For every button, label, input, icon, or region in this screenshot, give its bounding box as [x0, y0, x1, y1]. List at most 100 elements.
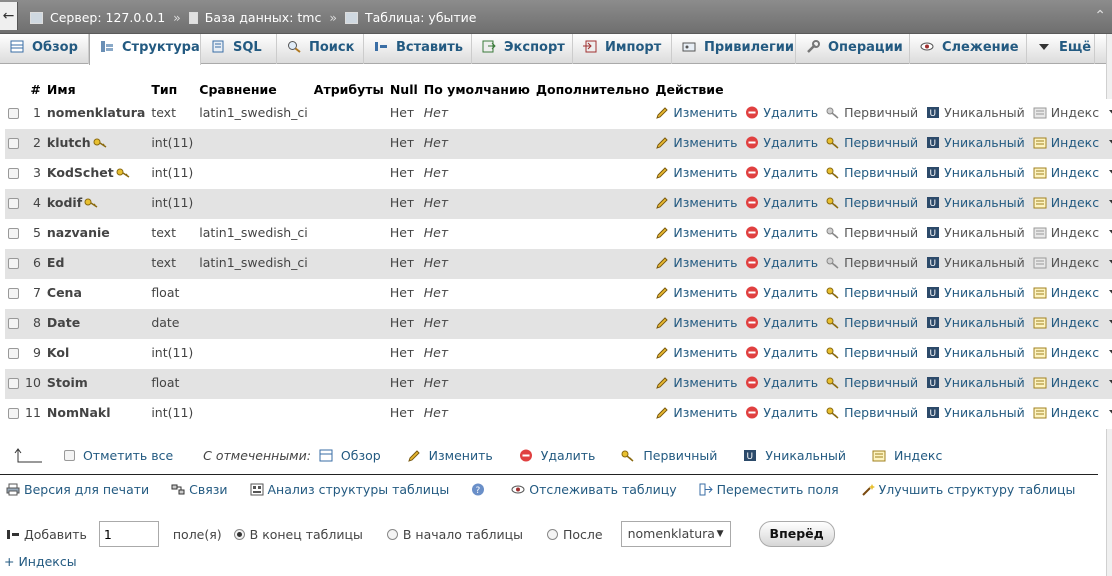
more-action[interactable]: Ещё	[1107, 345, 1112, 360]
delete-action[interactable]: Удалить	[745, 255, 822, 270]
edit-action[interactable]: Изменить	[655, 315, 741, 330]
row-checkbox[interactable]	[8, 108, 19, 119]
unique-action[interactable]: U Уникальный	[926, 255, 1029, 270]
index-action[interactable]: Индекс	[1033, 405, 1103, 420]
delete-action[interactable]: Удалить	[745, 405, 822, 420]
unique-action[interactable]: U Уникальный	[926, 195, 1029, 210]
primary-action[interactable]: Первичный	[826, 105, 922, 120]
bulk-browse-button[interactable]: Обзор	[341, 448, 381, 463]
primary-action[interactable]: Первичный	[826, 165, 922, 180]
delete-action[interactable]: Удалить	[745, 315, 822, 330]
unique-action[interactable]: U Уникальный	[926, 345, 1029, 360]
edit-action[interactable]: Изменить	[655, 165, 741, 180]
more-action[interactable]: Ещё	[1107, 165, 1112, 180]
primary-action[interactable]: Первичный	[826, 405, 922, 420]
index-action[interactable]: Индекс	[1033, 375, 1103, 390]
after-field-select[interactable]: nomenklatura ▼	[620, 521, 731, 547]
more-action[interactable]: Ещё	[1107, 105, 1112, 120]
index-action[interactable]: Индекс	[1033, 315, 1103, 330]
more-action[interactable]: Ещё	[1107, 135, 1112, 150]
index-action[interactable]: Индекс	[1033, 135, 1103, 150]
edit-action[interactable]: Изменить	[655, 195, 741, 210]
index-action[interactable]: Индекс	[1033, 345, 1103, 360]
col-header[interactable]: Имя	[44, 79, 148, 99]
edit-action[interactable]: Изменить	[655, 105, 741, 120]
tab-browse[interactable]: Обзор	[0, 34, 89, 64]
row-checkbox[interactable]	[8, 318, 19, 329]
unique-action[interactable]: U Уникальный	[926, 225, 1029, 240]
bulk-edit-button[interactable]: Изменить	[429, 448, 493, 463]
primary-action[interactable]: Первичный	[826, 255, 922, 270]
tab-sql[interactable]: SQL	[201, 34, 277, 64]
delete-action[interactable]: Удалить	[745, 135, 822, 150]
index-action[interactable]: Индекс	[1033, 285, 1103, 300]
more-action[interactable]: Ещё	[1107, 315, 1112, 330]
delete-action[interactable]: Удалить	[745, 285, 822, 300]
more-action[interactable]: Ещё	[1107, 255, 1112, 270]
row-checkbox[interactable]	[8, 378, 19, 389]
at-start-radio[interactable]	[386, 528, 398, 540]
delete-action[interactable]: Удалить	[745, 375, 822, 390]
bulk-delete-button[interactable]: Удалить	[541, 448, 596, 463]
check-all-link[interactable]: Отметить все	[83, 448, 173, 463]
tab-operations[interactable]: Операции	[796, 34, 910, 64]
index-action[interactable]: Индекс	[1033, 195, 1103, 210]
delete-action[interactable]: Удалить	[745, 345, 822, 360]
breadcrumb-table[interactable]: Таблица: убытие	[365, 10, 477, 25]
tab-structure[interactable]: Структура	[89, 34, 201, 65]
tab-insert[interactable]: Вставить	[364, 34, 472, 64]
check-all-checkbox[interactable]	[63, 450, 75, 461]
unique-action[interactable]: U Уникальный	[926, 285, 1029, 300]
move-columns-link[interactable]: Переместить поля	[699, 482, 839, 497]
edit-action[interactable]: Изменить	[655, 375, 741, 390]
tab-import[interactable]: Импорт	[573, 34, 672, 64]
indexes-toggle-link[interactable]: + Индексы	[4, 554, 77, 569]
row-checkbox[interactable]	[8, 348, 19, 359]
after-option[interactable]: После	[547, 527, 603, 542]
go-button[interactable]: Вперёд	[758, 521, 835, 547]
bulk-unique-button[interactable]: Уникальный	[765, 448, 846, 463]
relations-link[interactable]: Связи	[171, 482, 228, 497]
back-arrow-icon[interactable]: ←	[0, 2, 18, 30]
unique-action[interactable]: U Уникальный	[926, 315, 1029, 330]
delete-action[interactable]: Удалить	[745, 105, 822, 120]
unique-action[interactable]: U Уникальный	[926, 405, 1029, 420]
tab-more[interactable]: Ещё	[1027, 34, 1095, 64]
index-action[interactable]: Индекс	[1033, 255, 1103, 270]
primary-action[interactable]: Первичный	[826, 225, 922, 240]
primary-action[interactable]: Первичный	[826, 345, 922, 360]
primary-action[interactable]: Первичный	[826, 135, 922, 150]
primary-action[interactable]: Первичный	[826, 375, 922, 390]
tab-search[interactable]: Поиск	[277, 34, 364, 64]
edit-action[interactable]: Изменить	[655, 225, 741, 240]
at-end-option[interactable]: В конец таблицы	[233, 527, 363, 542]
improve-structure-link[interactable]: Улучшить структуру таблицы	[861, 482, 1075, 497]
more-action[interactable]: Ещё	[1107, 225, 1112, 240]
at-end-radio[interactable]	[233, 528, 245, 540]
more-action[interactable]: Ещё	[1107, 195, 1112, 210]
index-action[interactable]: Индекс	[1033, 105, 1103, 120]
more-action[interactable]: Ещё	[1107, 405, 1112, 420]
row-checkbox[interactable]	[8, 138, 19, 149]
bulk-index-button[interactable]: Индекс	[894, 448, 942, 463]
after-radio[interactable]	[547, 528, 558, 540]
index-action[interactable]: Индекс	[1033, 165, 1103, 180]
delete-action[interactable]: Удалить	[745, 195, 822, 210]
row-checkbox[interactable]	[8, 228, 19, 239]
index-action[interactable]: Индекс	[1033, 225, 1103, 240]
row-checkbox[interactable]	[8, 408, 19, 419]
at-start-option[interactable]: В начало таблицы	[386, 527, 523, 542]
row-checkbox[interactable]	[8, 288, 19, 299]
print-view-link[interactable]: Версия для печати	[6, 482, 149, 497]
delete-action[interactable]: Удалить	[745, 165, 822, 180]
edit-action[interactable]: Изменить	[655, 135, 741, 150]
primary-action[interactable]: Первичный	[826, 285, 922, 300]
more-action[interactable]: Ещё	[1107, 285, 1112, 300]
tab-privileges[interactable]: Привилегии	[672, 34, 796, 64]
row-checkbox[interactable]	[8, 258, 19, 269]
delete-action[interactable]: Удалить	[745, 225, 822, 240]
breadcrumb-database[interactable]: База данных: tmc	[205, 10, 322, 25]
more-action[interactable]: Ещё	[1107, 375, 1112, 390]
breadcrumb-server[interactable]: Сервер: 127.0.0.1	[50, 10, 165, 25]
track-table-link[interactable]: Отслеживать таблицу	[511, 482, 677, 497]
